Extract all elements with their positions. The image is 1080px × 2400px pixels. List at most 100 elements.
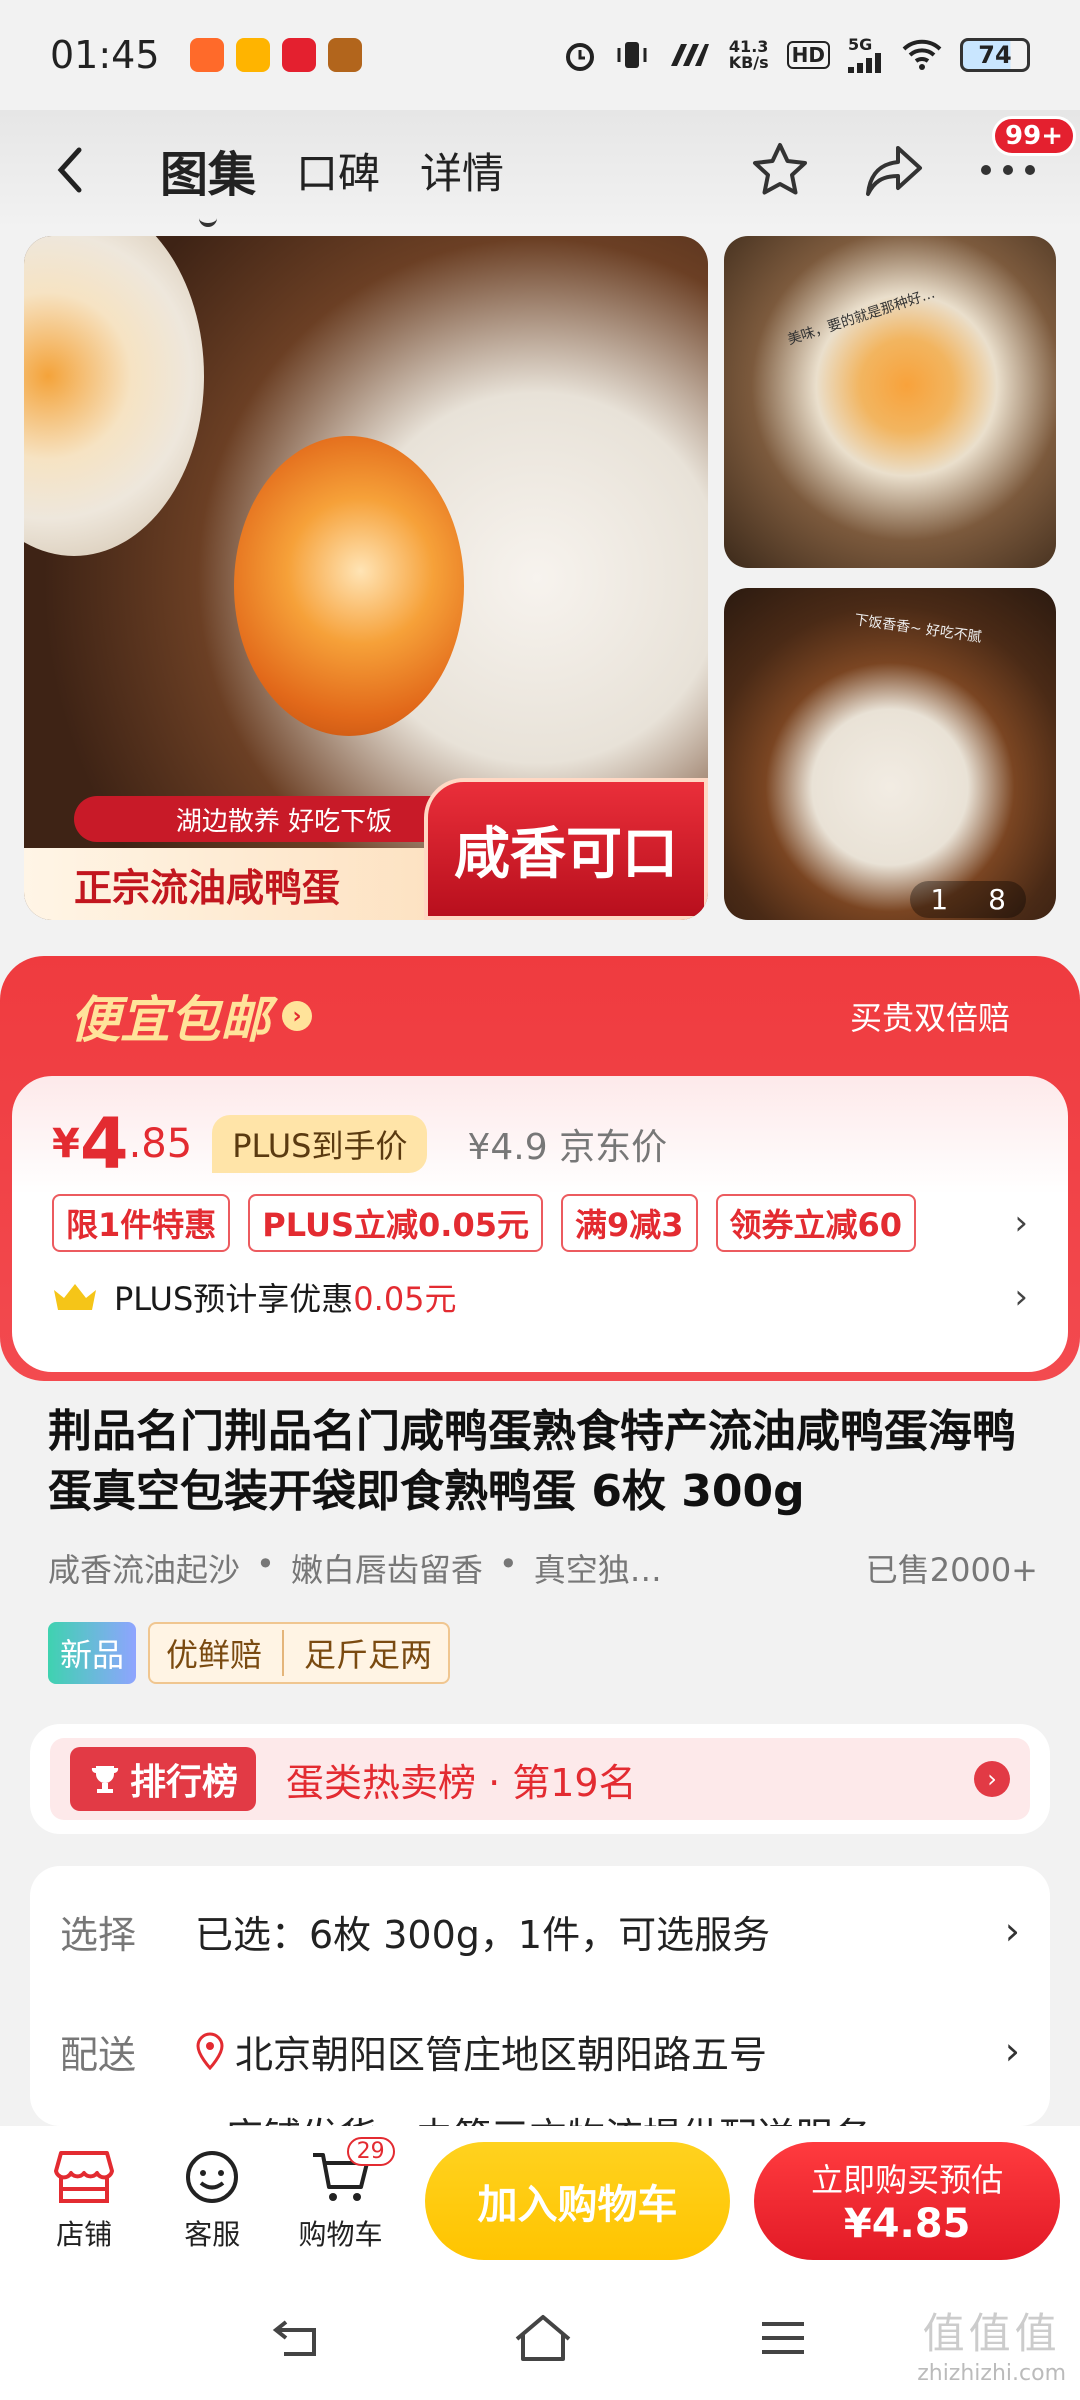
price-currency: ¥	[52, 1121, 80, 1167]
delivery-address: 北京朝阳区管庄地区朝阳路五号	[235, 2032, 768, 2077]
delivery-note: 店铺发货，由第三方物流提供配送服务	[225, 2106, 1020, 2126]
ranking-badge: 排行榜	[70, 1747, 257, 1811]
status-bar: 01:45 41.3 KB/s HD 5G 74	[0, 0, 1080, 110]
product-features: 咸香流油起沙 • 嫩白唇齿留香 • 真空独… 已售2000+	[48, 1545, 1038, 1589]
battery-icon: 74	[960, 38, 1030, 72]
thumbnail-caption: 美味，要的就是那种好…	[785, 285, 938, 349]
coupon-list[interactable]: 限1件特惠 PLUS立减0.05元 满9减3 领券立减60 ›	[52, 1194, 1028, 1252]
crown-icon	[54, 1284, 96, 1310]
back-button[interactable]	[40, 140, 100, 200]
coupon-tag: 限1件特惠	[52, 1194, 231, 1252]
chat-smile-icon	[186, 2151, 239, 2203]
feature-item: 咸香流油起沙	[48, 1551, 241, 1589]
image-counter: 1 8	[910, 881, 1026, 918]
price-card: ¥ 4 .85 PLUS到手价 ¥4.9 京东价 限1件特惠 PLUS立减0.0…	[12, 1076, 1068, 1372]
full-weight-tag: 足斤足两	[282, 1630, 432, 1676]
egg-yolk-image	[234, 436, 464, 736]
options-card: 选择 已选：6枚 300g，1件，可选服务 › 配送 北京朝阳区管庄地区朝阳路五…	[30, 1866, 1050, 2126]
status-time: 01:45	[50, 33, 160, 77]
image-banner-highlight: 咸香可口	[424, 778, 708, 920]
shop-button[interactable]: 店铺	[20, 2149, 148, 2253]
tab-gallery[interactable]: 图集	[160, 135, 256, 227]
plus-estimate-value: 0.05元	[353, 1280, 457, 1318]
price-section: 便宜包邮 › 买贵双倍赔 ¥ 4 .85 PLUS到手价 ¥4.9 京东价 限1…	[0, 956, 1080, 1381]
image-banner: 正宗流油咸鸭蛋	[24, 848, 454, 920]
chevron-right-icon: ›	[282, 1001, 312, 1031]
favorite-button[interactable]	[748, 138, 812, 202]
sold-count: 已售2000+	[865, 1551, 1038, 1589]
notification-app-icon	[281, 38, 316, 72]
more-button[interactable]: 99+	[976, 116, 1076, 202]
jd-price: ¥4.9 京东价	[467, 1127, 668, 1168]
cart-button[interactable]: 购物车 29	[276, 2137, 404, 2253]
main-product-image[interactable]: 湖边散养 好吃下饭 正宗流油咸鸭蛋 咸香可口	[24, 236, 708, 920]
new-badge: 新品	[48, 1622, 137, 1684]
add-to-cart-button[interactable]: 加入购物车	[424, 2142, 731, 2260]
plus-price-label: PLUS到手价	[212, 1115, 428, 1173]
cart-count-badge: 29	[346, 2137, 395, 2166]
free-shipping-label[interactable]: 便宜包邮	[70, 980, 270, 1052]
home-nav-icon[interactable]	[513, 2313, 573, 2363]
tab-details[interactable]: 详情	[420, 140, 504, 201]
option-value: 已选：6枚 300g，1件，可选服务	[195, 1912, 771, 1957]
chevron-right-icon: ›	[974, 1761, 1010, 1797]
option-label: 选择	[60, 1912, 137, 1957]
egg-image-detail	[24, 236, 204, 556]
shop-icon	[54, 2151, 115, 2203]
share-icon	[866, 146, 922, 196]
back-nav-icon[interactable]	[272, 2316, 328, 2360]
vibrate-icon	[617, 42, 647, 68]
thumbnail-image[interactable]: 下饭香香~ 好吃不腻 1 8	[724, 588, 1056, 920]
fresh-guarantee-tag: 优鲜赔	[166, 1636, 263, 1674]
notification-app-icon	[327, 38, 362, 72]
product-header: 图集 口碑 详情 99+	[0, 110, 1080, 230]
buy-now-button[interactable]: 立即购买预估 ¥4.85	[754, 2142, 1061, 2260]
share-button[interactable]	[862, 138, 926, 202]
coupon-tag: 满9减3	[560, 1194, 698, 1252]
message-badge: 99+	[992, 116, 1076, 156]
feature-item: 真空独…	[533, 1551, 662, 1589]
feature-item: 嫩白唇齿留香	[290, 1551, 483, 1589]
price-integer: 4	[79, 1103, 129, 1185]
coupon-tag: PLUS立减0.05元	[248, 1194, 543, 1252]
option-label: 配送	[60, 2032, 137, 2077]
price-guarantee[interactable]: 买贵双倍赔	[850, 993, 1010, 1039]
signal-icon: 5G	[848, 37, 884, 73]
ranking-text: 蛋类热卖榜 · 第19名	[286, 1760, 637, 1805]
header-tabs: 图集 口碑 详情	[160, 135, 504, 227]
plus-estimate-row[interactable]: PLUS预计享优惠 0.05元 ›	[52, 1274, 1028, 1320]
location-pin-icon	[196, 2032, 224, 2070]
thumbnail-caption: 下饭香香~ 好吃不腻	[853, 612, 983, 646]
spec-selector[interactable]: 选择 已选：6枚 300g，1件，可选服务 ›	[60, 1896, 1020, 1966]
chevron-right-icon: ›	[1014, 1277, 1028, 1317]
coupon-tag: 领券立减60	[715, 1194, 917, 1252]
notification-app-icon	[235, 38, 270, 72]
wifi-icon	[902, 39, 942, 70]
alarm-icon	[565, 43, 594, 71]
star-icon	[753, 143, 807, 195]
more-icon	[981, 165, 1035, 175]
delivery-selector[interactable]: 配送 北京朝阳区管庄地区朝阳路五号 ›	[60, 2016, 1020, 2086]
product-gallery: 湖边散养 好吃下饭 正宗流油咸鸭蛋 咸香可口 美味，要的就是那种好… 下饭香香~…	[24, 236, 1056, 922]
trophy-icon	[91, 1766, 119, 1793]
menu-nav-icon[interactable]	[758, 2318, 808, 2358]
tab-reviews[interactable]: 口碑	[296, 140, 380, 201]
network-speed: 41.3 KB/s	[728, 37, 769, 72]
price-decimal: .85	[128, 1121, 193, 1167]
nfc-icon	[670, 44, 709, 66]
thumbnail-image[interactable]: 美味，要的就是那种好…	[724, 236, 1056, 568]
chevron-right-icon: ›	[1004, 1909, 1020, 1953]
notification-app-icon	[189, 38, 224, 72]
chevron-right-icon: ›	[1004, 2029, 1020, 2073]
product-title: 荆品名门荆品名门咸鸭蛋熟食特产流油咸鸭蛋海鸭蛋真空包装开袋即食熟鸭蛋 6枚 30…	[48, 1406, 1016, 1517]
ranking-card[interactable]: 排行榜 蛋类热卖榜 · 第19名 ›	[30, 1724, 1050, 1834]
hd-badge: HD	[786, 41, 830, 69]
service-tags[interactable]: 优鲜赔 足斤足两	[148, 1622, 451, 1684]
customer-service-button[interactable]: 客服	[148, 2149, 276, 2253]
bottom-action-bar: 店铺 客服 购物车 29 加入购物车 立即购买预估 ¥4.85	[0, 2126, 1080, 2276]
product-tags: 新品 优鲜赔 足斤足两	[48, 1622, 451, 1684]
watermark: 值值值 zhizhizhi.com	[917, 2309, 1066, 2386]
plus-estimate-label: PLUS预计享优惠	[114, 1280, 354, 1318]
back-arrow-icon	[57, 147, 82, 193]
chevron-right-icon[interactable]: ›	[1014, 1203, 1028, 1243]
